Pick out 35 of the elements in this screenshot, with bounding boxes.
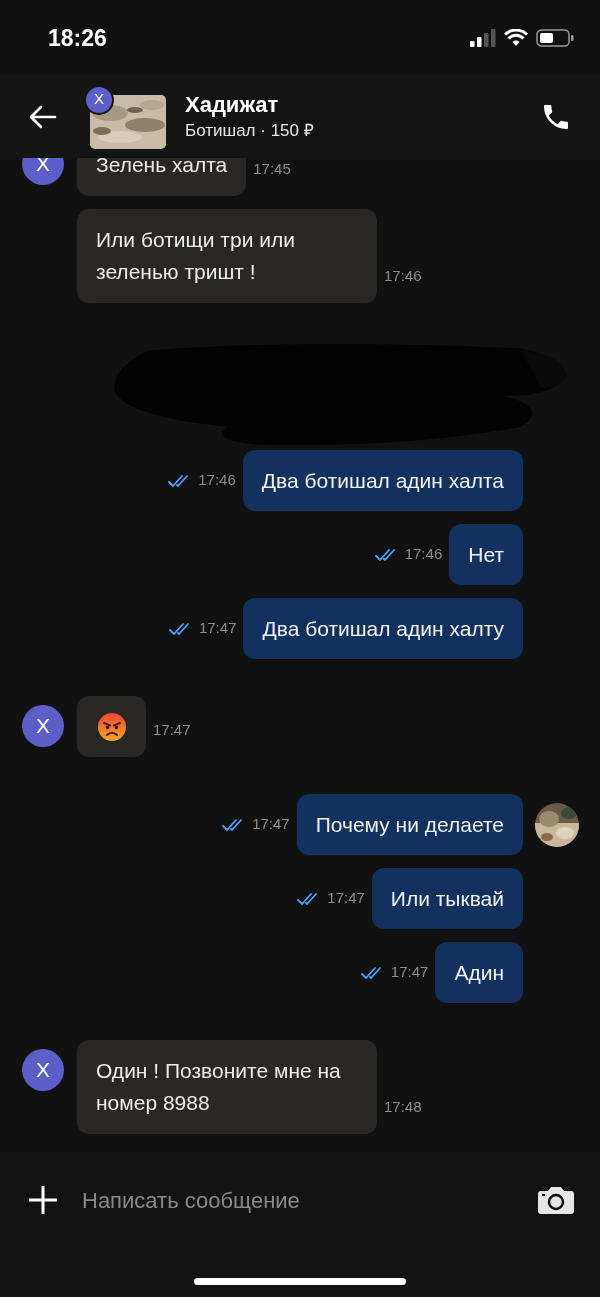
status-time: 18:26 — [48, 24, 107, 54]
message-bubble: Один ! Позвоните мне на номер 8988 — [77, 1040, 377, 1134]
message-input[interactable]: Написать сообщение — [82, 1183, 536, 1217]
message-bubble: Или тыквай — [371, 868, 523, 929]
message-bubble: Два ботишал адин халту — [243, 598, 523, 659]
message-bubble: Нет — [449, 524, 523, 585]
message-time: 17:45 — [253, 158, 291, 179]
battery-icon — [536, 28, 574, 47]
message-time: 17:46 — [404, 544, 443, 565]
message-bubble: Почему ни делаете — [296, 794, 523, 855]
avatar: Х — [22, 705, 64, 747]
back-arrow-icon — [29, 104, 57, 129]
add-button[interactable] — [27, 1184, 59, 1216]
message-time: 17:48 — [384, 1096, 422, 1117]
plus-icon — [28, 1185, 58, 1215]
message-bubble: Или ботищи три или зеленью тришт ! — [77, 209, 377, 303]
avatar: Х — [84, 84, 114, 115]
listing-subtitle: Ботишал · 150 ₽ — [185, 119, 315, 142]
message-time: 17:46 — [198, 470, 236, 491]
message-time: 17:47 — [252, 814, 290, 835]
message-time: 17:47 — [390, 962, 429, 983]
camera-button[interactable] — [536, 1184, 576, 1216]
wifi-icon — [504, 28, 528, 47]
message-bubble: Адин — [435, 942, 523, 1003]
contact-name: Хадижат — [185, 90, 280, 119]
message-time: 17:46 — [384, 265, 422, 286]
message-bubble: Два ботишал адин халта — [242, 450, 523, 511]
message-time: 17:47 — [327, 888, 365, 909]
signal-icon — [470, 28, 496, 47]
message-time: 17:47 — [198, 618, 237, 639]
angry-face-icon — [96, 711, 127, 742]
camera-icon — [537, 1186, 575, 1214]
avatar: Х — [22, 1049, 64, 1091]
message-time: 17:47 — [153, 719, 191, 740]
message-bubble: Зелень халта — [77, 158, 247, 196]
